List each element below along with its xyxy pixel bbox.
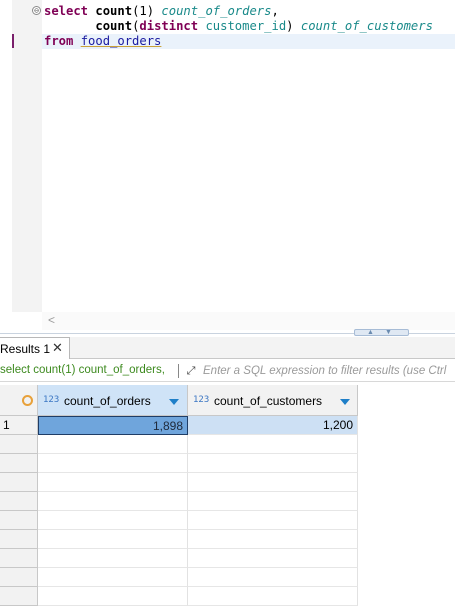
table-cell[interactable]: 1,200 bbox=[188, 416, 358, 435]
horizontal-scrollbar[interactable]: < bbox=[42, 312, 455, 330]
expand-filter-icon[interactable]: ⤢ bbox=[184, 364, 198, 378]
table-cell bbox=[188, 435, 358, 454]
numeric-type-icon: 123 bbox=[193, 395, 210, 405]
table-cell bbox=[188, 530, 358, 549]
row-number bbox=[0, 511, 38, 530]
table-cell bbox=[38, 473, 188, 492]
tab-label: Results 1 bbox=[0, 342, 51, 356]
query-text: select count(1) count_of_orders, bbox=[0, 364, 165, 376]
filter-bar: select count(1) count_of_orders, ⤢ bbox=[0, 360, 455, 382]
empty-row bbox=[0, 511, 455, 530]
row-number bbox=[0, 530, 38, 549]
code-token: count bbox=[95, 4, 133, 18]
text-cursor-marker bbox=[12, 34, 14, 48]
empty-row bbox=[0, 530, 455, 549]
code-token: select bbox=[44, 4, 96, 18]
table-cell bbox=[38, 587, 188, 606]
table-cell bbox=[188, 473, 358, 492]
code-token: count_of_customers bbox=[300, 19, 433, 33]
code-token: count bbox=[95, 19, 133, 33]
code-token: count_of_orders bbox=[161, 4, 272, 18]
sort-dropdown-icon[interactable] bbox=[169, 399, 179, 405]
table-cell[interactable]: 1,898 bbox=[38, 416, 188, 435]
row-number bbox=[0, 492, 38, 511]
separator bbox=[178, 364, 179, 378]
table-cell bbox=[38, 568, 188, 587]
empty-row bbox=[0, 587, 455, 606]
row-number bbox=[0, 587, 38, 606]
empty-row bbox=[0, 492, 455, 511]
row-number bbox=[0, 473, 38, 492]
row-number[interactable]: 1 bbox=[0, 416, 38, 435]
table-cell bbox=[38, 435, 188, 454]
table-cell bbox=[188, 587, 358, 606]
grid-header: 123 count_of_orders 123 count_of_custome… bbox=[0, 385, 455, 416]
row-number bbox=[0, 549, 38, 568]
table-cell bbox=[38, 549, 188, 568]
row-number-header[interactable] bbox=[0, 385, 38, 416]
column-label: count_of_orders bbox=[64, 394, 151, 408]
sql-code[interactable]: select count(1) count_of_orders, count(d… bbox=[44, 4, 433, 49]
empty-row bbox=[0, 568, 455, 587]
editor-ruler bbox=[12, 0, 42, 312]
fold-icon[interactable]: ⊖ bbox=[32, 6, 41, 15]
empty-row bbox=[0, 454, 455, 473]
split-panel-handle[interactable]: ▲ ▼ bbox=[354, 329, 409, 336]
empty-row bbox=[0, 473, 455, 492]
empty-row bbox=[0, 549, 455, 568]
filter-input[interactable] bbox=[203, 362, 455, 380]
table-cell bbox=[38, 492, 188, 511]
table-row[interactable]: 1 1,898 1,200 bbox=[0, 416, 455, 435]
code-line[interactable]: count(distinct customer_id) count_of_cus… bbox=[44, 19, 433, 34]
column-header-count-of-customers[interactable]: 123 count_of_customers bbox=[188, 385, 358, 416]
row-number bbox=[0, 454, 38, 473]
empty-row bbox=[0, 435, 455, 454]
code-token: customer_id bbox=[205, 19, 287, 33]
numeric-type-icon: 123 bbox=[43, 395, 60, 405]
table-cell bbox=[38, 454, 188, 473]
column-label: count_of_customers bbox=[214, 394, 323, 408]
table-cell bbox=[188, 492, 358, 511]
row-number bbox=[0, 435, 38, 454]
code-token: from bbox=[44, 34, 81, 48]
sql-editor[interactable]: ⊖ select count(1) count_of_orders, count… bbox=[0, 0, 455, 330]
row-status-circle-icon bbox=[22, 395, 33, 406]
code-token: food_orders bbox=[80, 34, 162, 48]
row-number bbox=[0, 568, 38, 587]
tab-results-1[interactable]: Results 1 ✕ bbox=[0, 337, 70, 359]
collapse-down-icon[interactable]: ▼ bbox=[385, 329, 392, 336]
table-cell bbox=[188, 454, 358, 473]
code-token: , bbox=[271, 4, 279, 18]
close-icon[interactable]: ✕ bbox=[52, 341, 63, 355]
table-cell bbox=[188, 549, 358, 568]
code-line[interactable]: select count(1) count_of_orders, bbox=[44, 4, 433, 19]
code-token: ) bbox=[286, 19, 301, 33]
code-line[interactable]: from food_orders bbox=[44, 34, 433, 49]
collapse-up-icon[interactable]: ▲ bbox=[367, 329, 374, 336]
table-cell bbox=[188, 511, 358, 530]
code-token: (1) bbox=[132, 4, 162, 18]
sort-dropdown-icon[interactable] bbox=[340, 399, 350, 405]
scroll-left-icon[interactable]: < bbox=[48, 313, 55, 327]
table-cell bbox=[38, 530, 188, 549]
results-tab-bar: Results 1 ✕ bbox=[0, 337, 455, 359]
code-token: distinct bbox=[139, 19, 199, 33]
column-header-count-of-orders[interactable]: 123 count_of_orders bbox=[38, 385, 188, 416]
table-cell bbox=[38, 511, 188, 530]
results-grid[interactable]: 123 count_of_orders 123 count_of_custome… bbox=[0, 383, 455, 610]
table-cell bbox=[188, 568, 358, 587]
